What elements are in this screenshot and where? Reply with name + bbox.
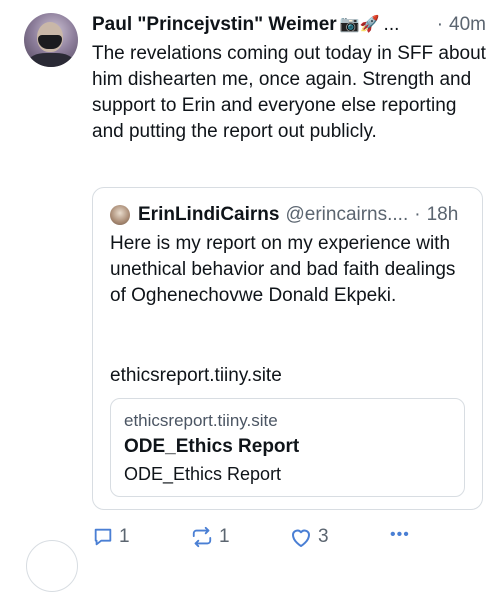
quoted-post-link[interactable]: ethicsreport.tiiny.site	[110, 363, 282, 389]
quoted-post-card[interactable]: ErinLindiCairns @erincairns.... · 18h He…	[92, 187, 483, 510]
quoted-author-avatar[interactable]	[110, 205, 130, 225]
link-preview-domain: ethicsreport.tiiny.site	[124, 411, 278, 430]
quoted-post-text: Here is my report on my experience with …	[110, 233, 456, 306]
quoted-timestamp[interactable]: 18h	[427, 204, 459, 226]
post-time-separator: ·	[436, 14, 444, 35]
quoted-post-header: ErinLindiCairns @erincairns.... · 18h	[110, 202, 466, 228]
heart-icon	[289, 526, 313, 548]
reply-button[interactable]: 1	[92, 526, 130, 548]
post-text: The revelations coming out today in SFF …	[92, 43, 486, 142]
quoted-author-name[interactable]: ErinLindiCairns	[138, 204, 279, 226]
post-timestamp[interactable]: 40m	[449, 12, 486, 38]
name-truncation: ...	[383, 14, 400, 35]
more-options-icon: •••	[390, 526, 410, 543]
link-preview-description: ODE_Ethics Report	[124, 464, 282, 484]
author-emoji: 📷🚀	[339, 16, 380, 33]
link-preview-card[interactable]: ethicsreport.tiiny.site ODE_Ethics Repor…	[110, 398, 465, 497]
like-count: 3	[318, 526, 329, 547]
next-post-avatar[interactable]	[26, 540, 78, 592]
author-avatar[interactable]	[24, 13, 78, 67]
like-button[interactable]: 3	[289, 526, 329, 548]
reply-icon	[92, 526, 114, 548]
more-options-button[interactable]: •••	[390, 526, 410, 544]
author-name[interactable]: Paul "Princejvstin" Weimer	[92, 12, 337, 38]
avatar-shirt	[28, 53, 74, 67]
link-preview-title: ODE_Ethics Report	[124, 436, 300, 457]
quoted-time-separator: ·	[414, 204, 421, 225]
repost-button[interactable]: 1	[190, 526, 230, 548]
repost-count: 1	[219, 526, 230, 547]
reply-count: 1	[119, 526, 130, 547]
repost-icon	[190, 526, 214, 548]
post-actions: 1 1 3 •••	[92, 526, 472, 552]
quoted-author-handle[interactable]: @erincairns....	[285, 204, 408, 226]
post-header: Paul "Princejvstin" Weimer 📷🚀 ... · 40m	[92, 12, 486, 38]
